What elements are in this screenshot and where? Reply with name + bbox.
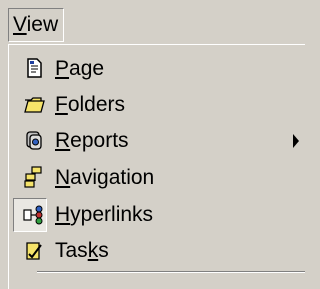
reports-icon xyxy=(26,131,42,150)
menu-item-reports-label: Reports xyxy=(55,129,129,152)
page-icon xyxy=(27,58,42,78)
folder-icon xyxy=(24,97,45,113)
menu-item-tasks[interactable]: Tasks xyxy=(9,233,299,269)
menu-item-folders[interactable]: Folders xyxy=(9,87,299,123)
menu-separator xyxy=(37,271,305,273)
view-menu-button[interactable]: View xyxy=(8,8,64,42)
view-menu-label: View xyxy=(13,13,59,36)
menu-item-tasks-label: Tasks xyxy=(55,239,109,262)
tasks-icon xyxy=(26,242,42,260)
submenu-arrow-icon xyxy=(293,134,299,148)
menu-item-reports[interactable]: Reports xyxy=(9,123,299,159)
hyperlinks-icon xyxy=(23,205,43,225)
view-dropdown-menu: Page Folders Reports Navigation Hyperlin… xyxy=(8,44,305,289)
menu-item-page-label: Page xyxy=(55,57,105,80)
menu-item-folders-label: Folders xyxy=(55,93,126,116)
menu-item-page[interactable]: Page xyxy=(9,51,299,87)
menu-item-hyperlinks-label: Hyperlinks xyxy=(55,203,154,226)
menu-item-hyperlinks[interactable]: Hyperlinks xyxy=(9,197,299,233)
menu-item-navigation-label: Navigation xyxy=(55,166,155,189)
navigation-icon xyxy=(24,166,42,188)
menu-item-navigation[interactable]: Navigation xyxy=(9,160,299,196)
